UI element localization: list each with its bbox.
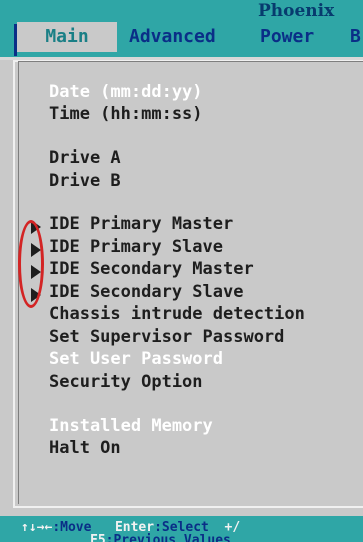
- row-ide-secondary-slave[interactable]: IDE Secondary Slave: [49, 281, 243, 303]
- bios-setup-screen: Phoenix Main Advanced Power B Date (mm:d…: [0, 0, 363, 542]
- vendor-bar: Phoenix: [0, 0, 363, 21]
- menu-bar: Main Advanced Power B: [0, 21, 363, 60]
- row-drive-a[interactable]: Drive A: [49, 147, 121, 169]
- row-ide-primary-slave[interactable]: IDE Primary Slave: [49, 236, 223, 258]
- row-chassis-intrude-detection[interactable]: Chassis intrude detection: [49, 303, 305, 325]
- red-oval-highlight-annotation: [18, 220, 44, 308]
- row-drive-b[interactable]: Drive B: [49, 170, 121, 192]
- row-date[interactable]: Date (mm:dd:yy): [49, 81, 203, 103]
- row-ide-secondary-master[interactable]: IDE Secondary Master: [49, 258, 254, 280]
- row-set-supervisor-password[interactable]: Set Supervisor Password: [49, 326, 284, 348]
- tab-advanced[interactable]: Advanced: [129, 22, 216, 52]
- row-halt-on[interactable]: Halt On: [49, 437, 121, 459]
- key-help-bar: ↑↓→←:Move Enter:Select +/ F5:Previous Va…: [0, 516, 363, 542]
- tab-main[interactable]: Main: [17, 22, 117, 52]
- row-time[interactable]: Time (hh:mm:ss): [49, 103, 203, 125]
- tab-boot-truncated[interactable]: B: [350, 22, 361, 52]
- arrow-keys-icon: ↑↓→←: [21, 520, 53, 535]
- f5-key-label: F5: [90, 533, 106, 542]
- tab-power[interactable]: Power: [260, 22, 314, 52]
- row-installed-memory: Installed Memory: [49, 416, 213, 436]
- row-security-option[interactable]: Security Option: [49, 371, 203, 393]
- panel-bottom-rule: [13, 506, 363, 508]
- row-set-user-password[interactable]: Set User Password: [49, 348, 223, 370]
- move-help-label: :Move: [52, 520, 92, 535]
- f5-help-label: :Previous Values: [105, 533, 231, 542]
- row-ide-primary-master[interactable]: IDE Primary Master: [49, 213, 233, 235]
- key-help-line-2: F5:Previous Values: [90, 534, 231, 542]
- vendor-logo: Phoenix: [258, 1, 335, 21]
